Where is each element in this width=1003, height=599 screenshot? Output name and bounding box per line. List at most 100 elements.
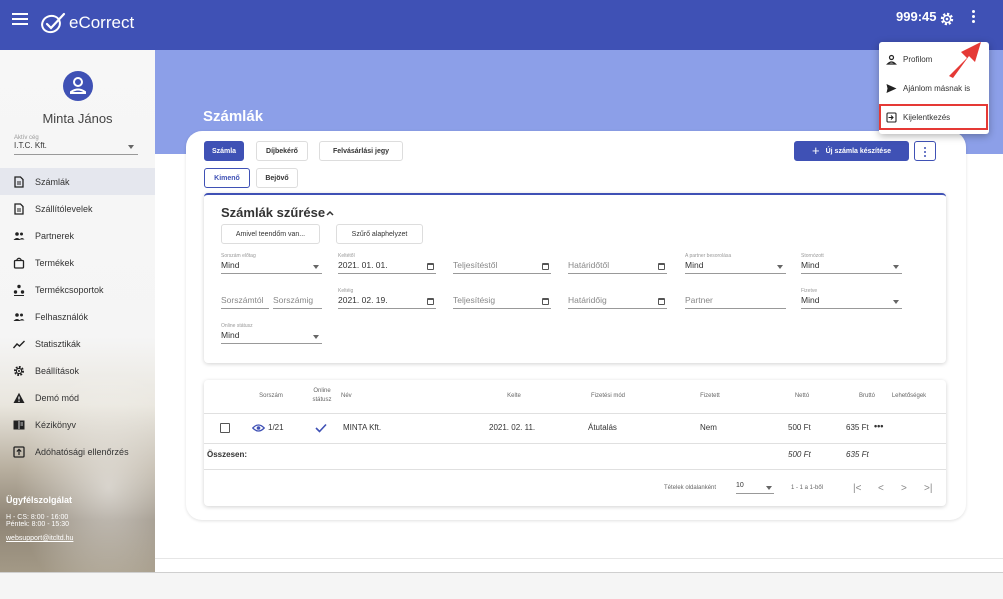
date-from-field[interactable]: 2021. 01. 01. [338,260,436,274]
first-page-icon[interactable]: |< [853,483,861,494]
due-from-placeholder: Határidőtől [568,260,610,270]
perf-to-field[interactable]: Teljesítésig [453,295,551,309]
top-app-bar: eCorrect 999:45 [0,0,1003,50]
sidebar-item-beallitasok[interactable]: Beállítások [0,357,155,384]
calendar-icon[interactable] [658,298,665,305]
document-icon [14,202,24,215]
logout-highlight-box [879,104,988,130]
app-logo[interactable]: eCorrect [40,8,134,38]
partner-class-label: A partner besorolása [685,253,732,259]
sidebar-nav: Számlák Szállítólevelek Partnerek Termék… [0,168,155,465]
series-select[interactable]: Mind [221,260,322,274]
subtab-bejovo[interactable]: Bejövő [256,168,298,188]
paid-value: Mind [801,295,820,305]
next-page-icon[interactable]: > [901,483,907,494]
sidebar-item-demo-mod[interactable]: Demó mód [0,384,155,411]
sidebar-item-felhasznalok[interactable]: Felhasználók [0,303,155,330]
row-paid: Nem [700,423,717,432]
gear-icon [14,365,24,376]
red-arrow-annotation [949,42,981,78]
filter-title: Számlák szűrése [221,205,326,220]
paid-label: Fizetve [801,288,818,294]
tab-felvasarlasi-jegy[interactable]: Felvásárlási jegy [319,141,403,161]
reset-filter-button[interactable]: Szűrő alaphelyzet [336,224,423,244]
col-header-date[interactable]: Kelte [494,392,534,401]
number-to-field[interactable]: Sorszámig [273,295,322,309]
partner-placeholder: Partner [685,295,713,305]
bag-icon [13,257,25,269]
people-icon [13,231,25,240]
more-vert-icon[interactable] [970,10,976,28]
user-name: Minta János [42,111,113,126]
sidebar-item-szamlak[interactable]: Számlák [0,168,155,195]
col-header-paid[interactable]: Fizetett [690,392,730,401]
prev-page-icon[interactable]: < [878,483,884,494]
per-page-select[interactable]: 10 [736,482,774,494]
number-from-field[interactable]: Sorszámtól [221,295,269,309]
partner-class-select[interactable]: Mind [685,260,786,274]
last-page-icon[interactable]: >| [924,483,932,494]
check-icon [315,423,327,433]
avatar [63,71,93,101]
support-title: Ügyfélszolgálat [6,495,73,505]
row-payment: Átutalás [588,423,617,432]
calendar-icon[interactable] [542,263,549,270]
gear-icon[interactable] [939,11,955,27]
sidebar-item-adohatosagi-ellenorzes[interactable]: Adóhatósági ellenőrzés [0,438,155,465]
col-header-payment[interactable]: Fizetési mód [580,392,636,401]
series-label: Sorszám előtag [221,253,256,259]
sidebar-item-termekcsoportok[interactable]: Termékcsoportok [0,276,155,303]
sidebar-item-label: Kézikönyv [35,419,77,430]
row-number[interactable]: 1/21 [268,423,284,432]
due-to-field[interactable]: Határidőig [568,295,667,309]
people-icon [13,312,25,321]
support-hours-weekdays: H - CS: 8:00 - 16:00 [6,514,69,521]
support-email-link[interactable]: websupport@itcltd.hu [6,535,73,542]
sidebar-item-szallitolevelek[interactable]: Szállítólevelek [0,195,155,222]
total-label: Összesen: [207,450,248,459]
perf-from-field[interactable]: Teljesítéstől [453,260,551,274]
new-invoice-label: Új számla készítése [825,147,891,155]
new-invoice-button[interactable]: + Új számla készítése [794,141,909,161]
date-to-value: 2021. 02. 19. [338,295,388,305]
col-header-online[interactable]: Online státusz [306,387,338,405]
row-checkbox[interactable] [220,423,230,433]
person-icon [886,54,897,65]
sidebar-item-statisztikak[interactable]: Statisztikák [0,330,155,357]
sidebar-item-partnerek[interactable]: Partnerek [0,222,155,249]
book-icon [13,420,25,429]
col-header-number[interactable]: Sorszám [248,392,294,401]
cancelled-select[interactable]: Mind [801,260,902,274]
col-header-gross[interactable]: Bruttó [852,392,882,401]
calendar-icon[interactable] [542,298,549,305]
todo-filter-button[interactable]: Amivel teendőm van... [221,224,320,244]
sidebar-item-termekek[interactable]: Termékek [0,249,155,276]
calendar-icon[interactable] [427,298,434,305]
due-from-field[interactable]: Határidőtől [568,260,667,274]
page-title: Számlák [203,108,264,125]
partner-field[interactable]: Partner [685,295,786,309]
tab-dijbekero[interactable]: Díjbekérő [256,141,308,161]
col-header-name[interactable]: Név [341,392,361,401]
chevron-up-icon[interactable] [326,210,334,216]
subtab-kimeno[interactable]: Kimenő [204,168,250,188]
menu-item-label: Profilom [903,54,933,64]
menu-item-recommend[interactable]: Ajánlom másnak is [879,75,989,101]
col-header-net[interactable]: Nettó [784,392,820,401]
row-options-icon[interactable]: ••• [874,421,883,431]
online-status-label: Online státusz [221,323,253,329]
date-to-field[interactable]: 2021. 02. 19. [338,295,436,309]
hamburger-menu-icon[interactable] [12,13,28,27]
eye-icon[interactable] [252,423,265,433]
paid-select[interactable]: Mind [801,295,902,309]
page-range: 1 - 1 a 1-ből [791,485,824,491]
date-from-value: 2021. 01. 01. [338,260,388,270]
series-value: Mind [221,260,240,270]
online-status-select[interactable]: Mind [221,330,322,344]
company-select[interactable]: I.T.C. Kft. [14,141,138,155]
more-options-button[interactable] [914,141,936,161]
tab-szamla[interactable]: Számla [204,141,244,161]
calendar-icon[interactable] [427,263,434,270]
sidebar-item-kezikonyv[interactable]: Kézikönyv [0,411,155,438]
calendar-icon[interactable] [658,263,665,270]
